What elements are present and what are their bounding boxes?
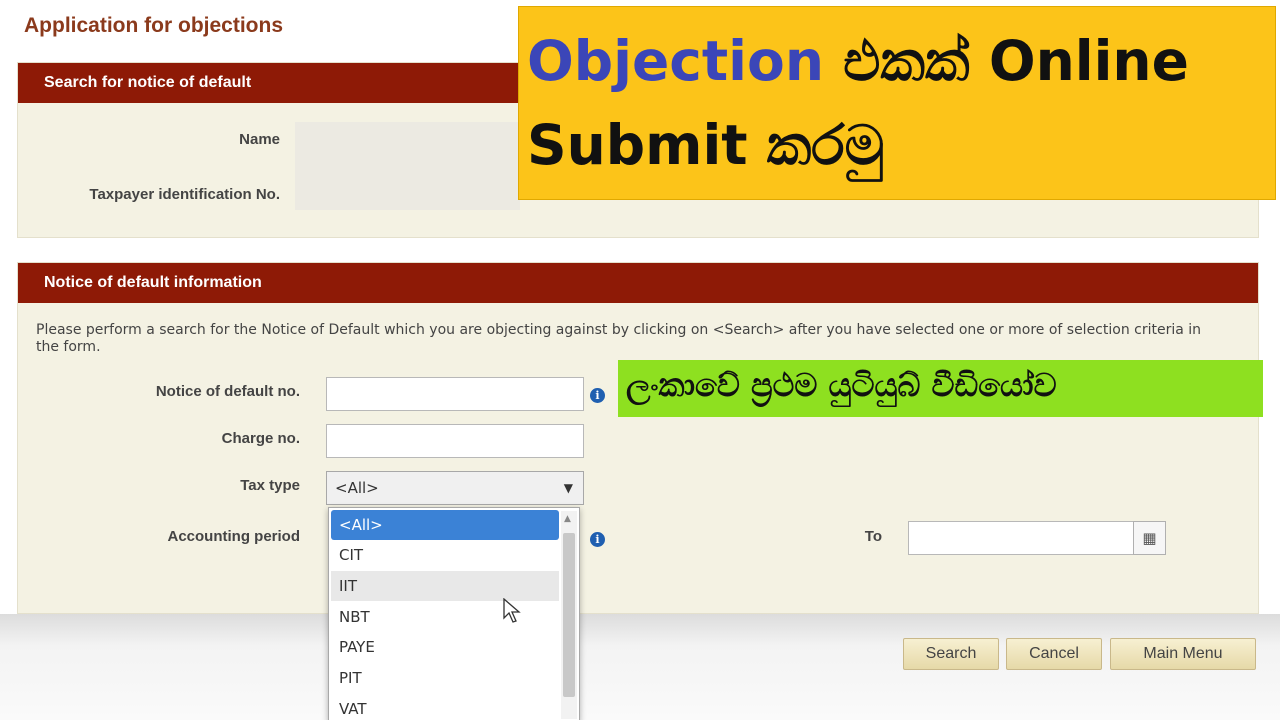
dropdown-option[interactable]: NBT (331, 602, 559, 632)
info-icon[interactable]: i (590, 532, 605, 547)
dropdown-option[interactable]: PAYE (331, 632, 559, 662)
tax-type-label: Tax type (240, 477, 300, 494)
cancel-button[interactable]: Cancel (1006, 638, 1102, 670)
title-banner: Objection එකක් Online Submit කරමු (518, 6, 1276, 200)
scroll-up-icon[interactable]: ▲ (564, 514, 571, 524)
charge-no-label: Charge no. (221, 430, 300, 447)
dropdown-scrollbar[interactable]: ▲ (561, 511, 577, 719)
notice-no-input[interactable] (326, 377, 584, 411)
accounting-period-label: Accounting period (167, 528, 301, 545)
dropdown-option[interactable]: CIT (331, 540, 559, 570)
dropdown-option[interactable]: <All> (331, 510, 559, 540)
name-label: Name (239, 131, 280, 148)
info-icon[interactable]: i (590, 388, 605, 403)
taxpayer-info-block (295, 122, 520, 210)
notice-panel-header: Notice of default information (18, 263, 1258, 303)
tax-type-value: <All> (335, 479, 379, 497)
dropdown-option[interactable]: VAT (331, 694, 559, 720)
main-menu-button[interactable]: Main Menu (1110, 638, 1256, 670)
page-title: Application for objections (24, 14, 284, 37)
charge-no-input[interactable] (326, 424, 584, 458)
tin-label: Taxpayer identification No. (89, 186, 280, 203)
notice-no-label: Notice of default no. (155, 383, 300, 400)
banner-line-1: Objection එකක් Online (527, 29, 1189, 94)
dropdown-option[interactable]: PIT (331, 663, 559, 693)
banner-line-2: Submit කරමු (527, 113, 885, 177)
instructions-text: Please perform a search for the Notice o… (36, 322, 1202, 355)
tagline-text: ලංකාවේ ප්‍රථම යුටියුබ් වීඩියෝව (626, 366, 1057, 404)
tax-type-select[interactable]: <All> ▼ (326, 471, 584, 505)
mouse-cursor-icon (503, 598, 521, 623)
to-date-input[interactable] (908, 521, 1134, 555)
tax-type-dropdown[interactable]: <All> CIT IIT NBT PAYE PIT VAT ▲ (328, 507, 580, 720)
banner-line-1-rest: එකක් Online (823, 29, 1189, 93)
dropdown-option[interactable]: IIT (331, 571, 559, 601)
calendar-icon[interactable]: ▦ (1133, 521, 1166, 555)
chevron-down-icon: ▼ (563, 481, 573, 495)
to-label: To (864, 528, 882, 545)
scrollbar-thumb[interactable] (563, 533, 575, 697)
search-button[interactable]: Search (903, 638, 999, 670)
tagline-banner: ලංකාවේ ප්‍රථම යුටියුබ් වීඩියෝව (618, 360, 1263, 417)
banner-highlight-word: Objection (527, 29, 824, 93)
